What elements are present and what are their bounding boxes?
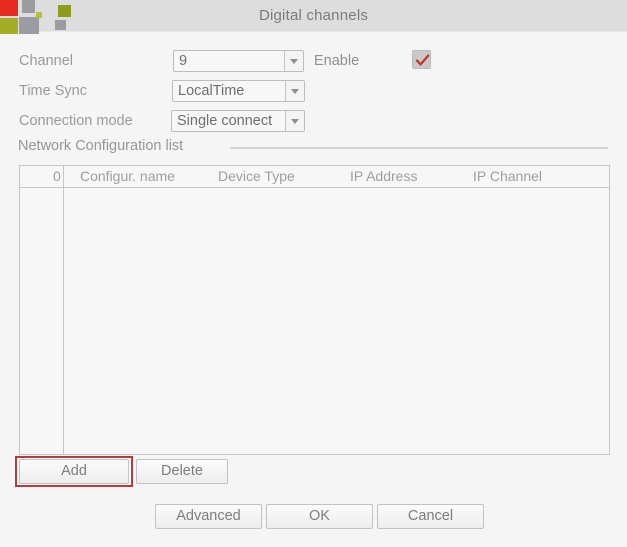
- label-enable: Enable: [314, 53, 360, 69]
- enable-checkbox[interactable]: [412, 50, 431, 69]
- window-title-bar: Digital channels: [0, 0, 627, 32]
- time-sync-dropdown-value: LocalTime: [178, 83, 245, 99]
- table-body: [20, 188, 609, 454]
- delete-button[interactable]: Delete: [136, 459, 228, 484]
- chevron-down-icon[interactable]: [285, 111, 304, 131]
- channel-dropdown-value: 9: [179, 53, 188, 69]
- chevron-down-icon[interactable]: [284, 51, 303, 71]
- advanced-button[interactable]: Advanced: [155, 504, 262, 529]
- vendor-logo: [0, 0, 80, 34]
- column-header-ip-address: IP Address: [350, 168, 418, 184]
- label-channel: Channel: [19, 53, 74, 69]
- page-title: Digital channels: [258, 7, 369, 24]
- connection-mode-dropdown-value: Single connect: [177, 113, 273, 129]
- time-sync-dropdown[interactable]: LocalTime: [172, 80, 305, 102]
- add-button[interactable]: Add: [19, 459, 129, 484]
- ok-button[interactable]: OK: [266, 504, 373, 529]
- label-connection-mode: Connection mode: [19, 113, 133, 129]
- channel-dropdown[interactable]: 9: [173, 50, 304, 72]
- section-divider: [230, 147, 608, 149]
- column-header-device-type: Device Type: [218, 168, 295, 184]
- column-header-config-name: Configur. name: [80, 168, 175, 184]
- chevron-down-icon[interactable]: [285, 81, 304, 101]
- column-header-ip-channel: IP Channel: [473, 168, 543, 184]
- column-header-index: 0: [53, 168, 61, 184]
- network-configuration-list[interactable]: 0 Configur. name Device Type IP Address …: [19, 165, 610, 455]
- check-icon: [415, 54, 430, 66]
- table-header-row: 0 Configur. name Device Type IP Address …: [20, 166, 609, 188]
- cancel-button[interactable]: Cancel: [377, 504, 484, 529]
- connection-mode-dropdown[interactable]: Single connect: [171, 110, 305, 132]
- label-time-sync: Time Sync: [19, 83, 87, 99]
- network-configuration-list-title: Network Configuration list: [18, 138, 184, 154]
